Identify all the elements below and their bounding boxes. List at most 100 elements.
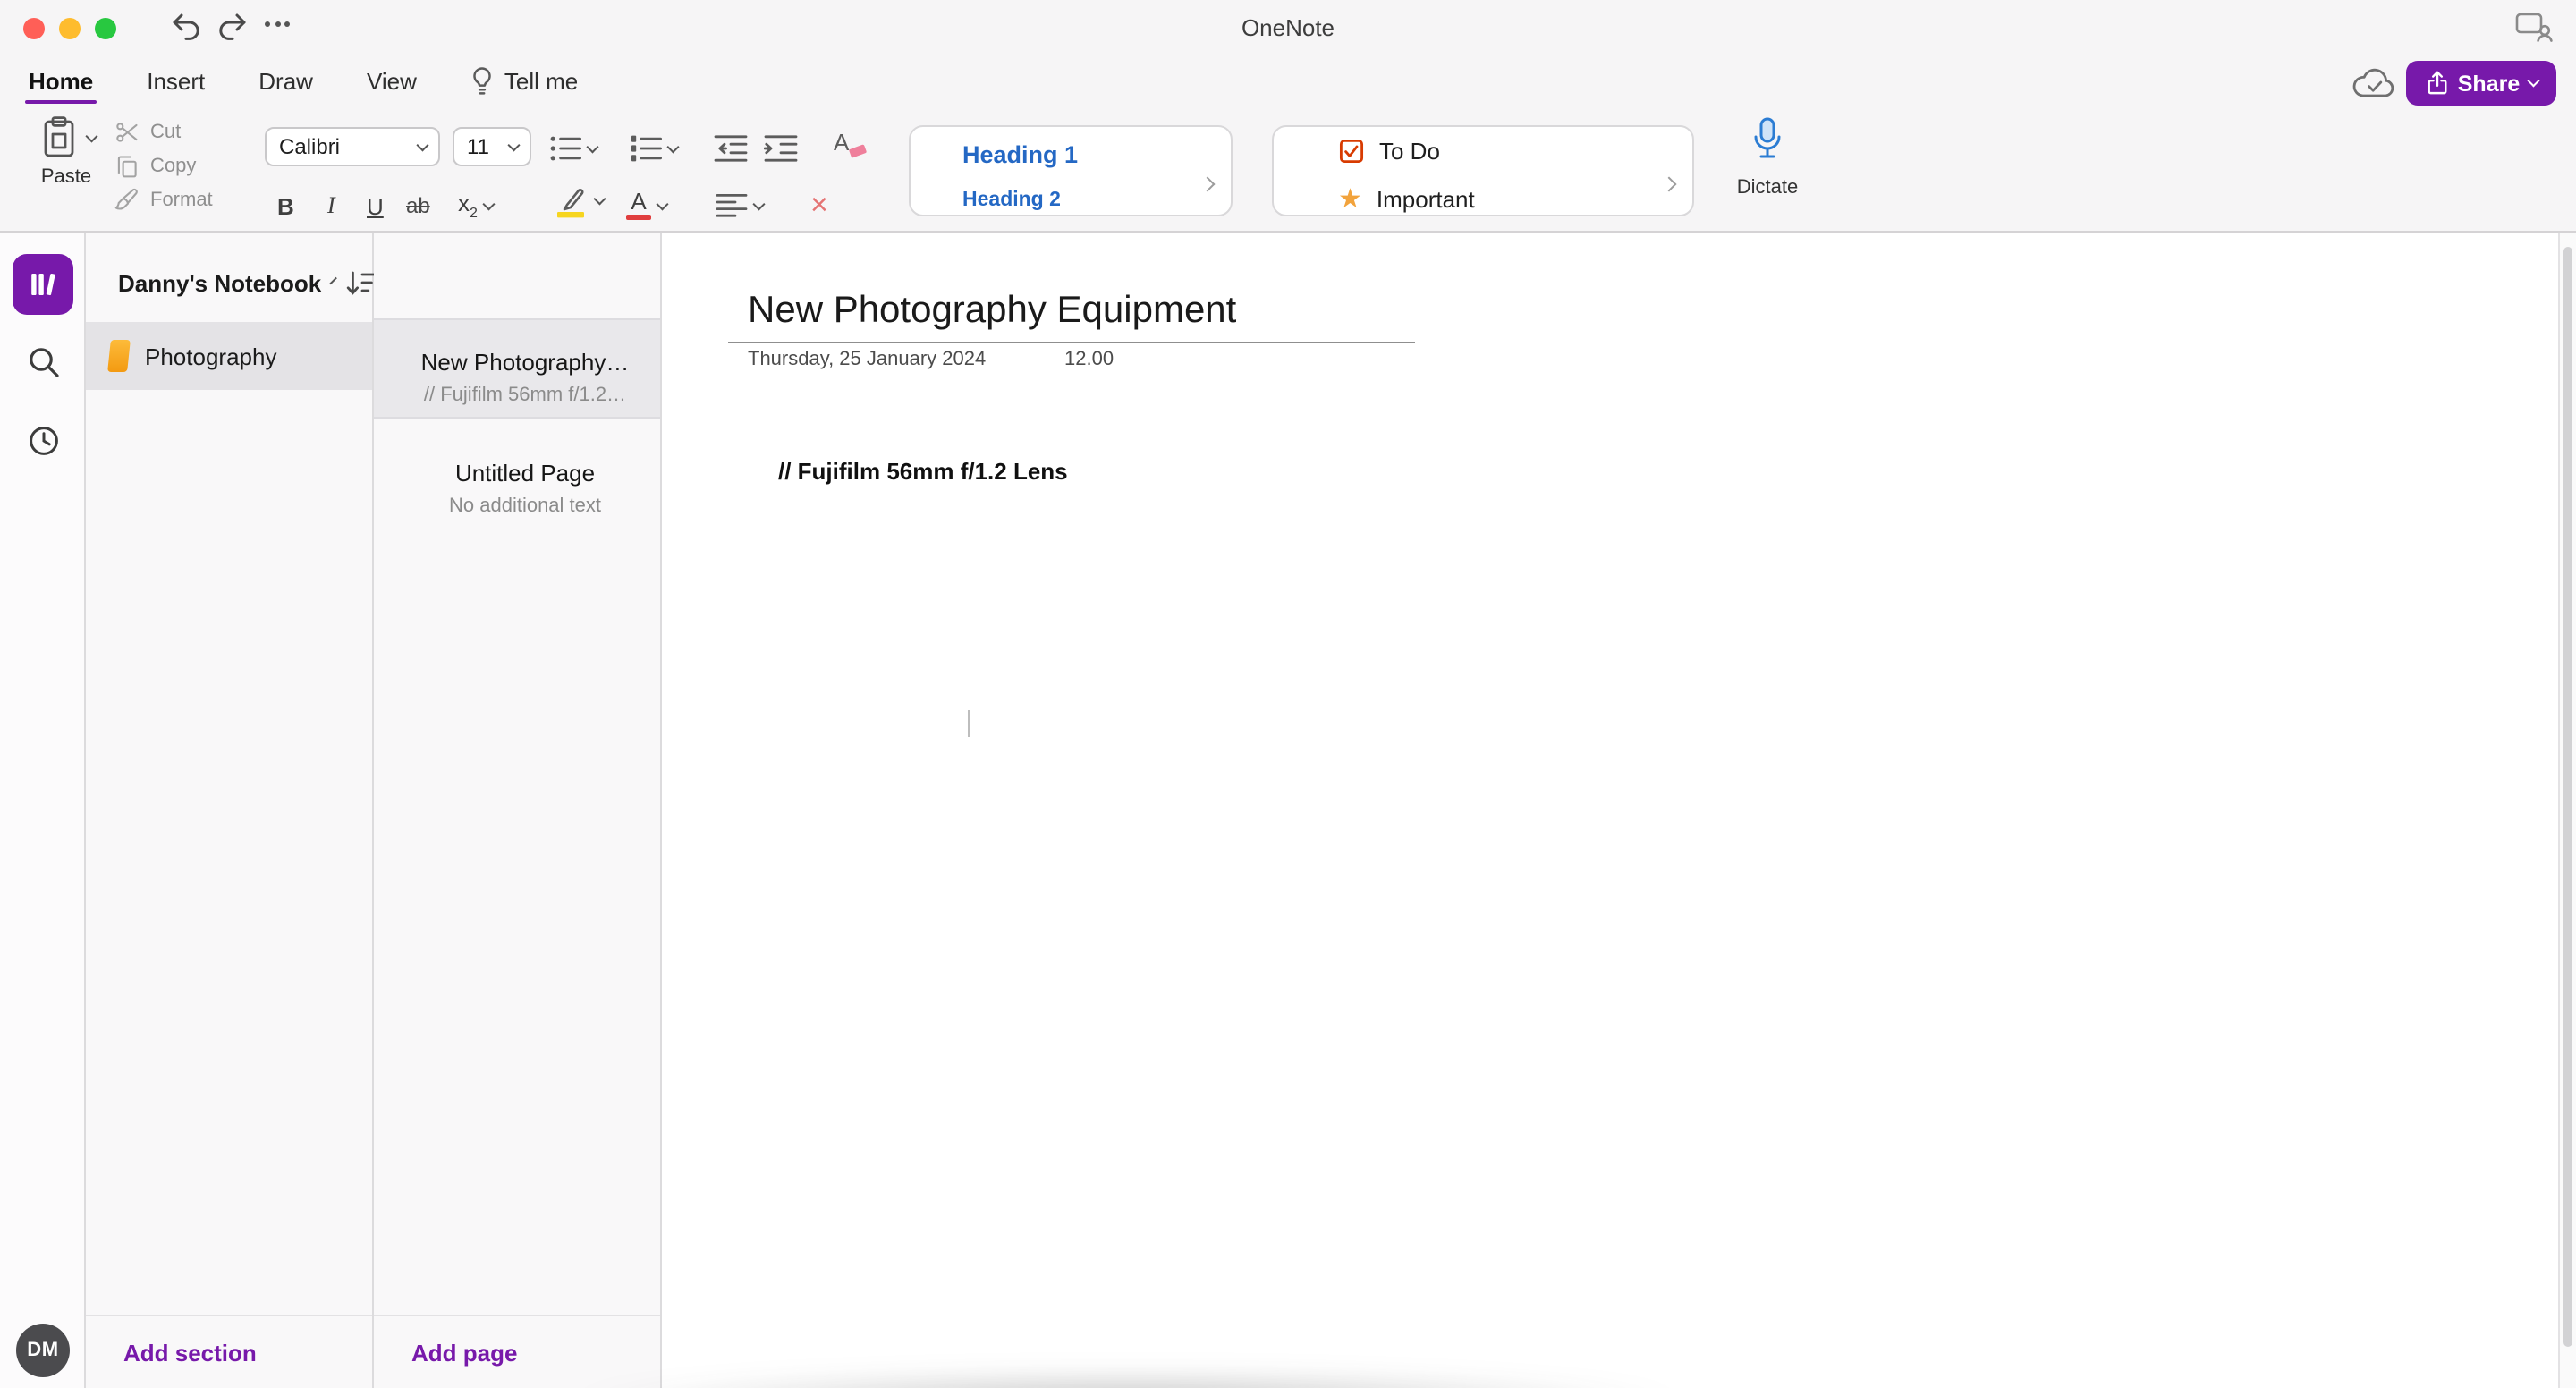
notebook-title: Danny's Notebook [118, 269, 321, 296]
sections-panel-footer: Add section [86, 1315, 372, 1388]
chevron-down-icon [86, 130, 97, 141]
copy-button[interactable]: Copy [114, 152, 213, 179]
numbered-list-button[interactable] [630, 134, 677, 163]
paste-button[interactable] [29, 114, 96, 161]
format-painter-button[interactable]: Format [114, 186, 213, 213]
alignment-icon [716, 193, 748, 218]
clipboard-group: Cut Copy Format [114, 118, 213, 213]
share-icon [2426, 70, 2449, 97]
todo-checkbox-icon [1338, 138, 1365, 165]
bold-button[interactable]: B [277, 188, 294, 224]
copy-icon [114, 153, 140, 178]
tab-tell-me[interactable]: Tell me [467, 54, 581, 107]
underline-button[interactable]: U [367, 188, 384, 224]
star-icon: ★ [1338, 187, 1362, 212]
add-page-button[interactable]: Add page [411, 1339, 517, 1366]
chevron-down-icon [507, 139, 519, 150]
chevron-down-icon [329, 276, 336, 284]
ribbon-tabs: Home Insert Draw View Tell me [25, 54, 581, 107]
increase-indent-icon [764, 134, 798, 163]
notebook-header[interactable]: Danny's Notebook [107, 256, 358, 309]
tab-view[interactable]: View [363, 54, 420, 107]
nav-rail: DM [0, 233, 86, 1388]
chevron-down-icon [667, 140, 679, 152]
onenote-window: OneNote Home Insert Draw View Tell me [0, 0, 2576, 1388]
subscript-button[interactable]: x2 [458, 188, 493, 224]
tab-insert[interactable]: Insert [143, 54, 208, 107]
section-item-photography[interactable]: Photography [86, 322, 372, 390]
chevron-right-icon [1200, 177, 1216, 192]
delete-button[interactable]: × [810, 188, 828, 224]
editor-body-text[interactable]: // Fujifilm 56mm f/1.2 Lens [778, 458, 1068, 485]
dictate-button[interactable] [1748, 116, 1787, 165]
page-item-untitled[interactable]: Untitled Page No additional text [374, 429, 660, 529]
scissors-icon [114, 119, 140, 144]
titlebar: OneNote [0, 0, 2576, 54]
page-editor[interactable]: New Photography Equipment Thursday, 25 J… [662, 233, 2576, 1388]
share-label: Share [2458, 71, 2521, 96]
cut-button[interactable]: Cut [114, 118, 213, 145]
main-area: DM Danny's Notebook Photography Add sect… [0, 233, 2576, 1388]
page-subtitle: // Fujifilm 56mm f/1.2… [411, 385, 639, 406]
add-section-button[interactable]: Add section [123, 1339, 257, 1366]
eraser-icon [848, 144, 866, 158]
font-family-select[interactable]: Calibri [265, 127, 440, 166]
share-button[interactable]: Share [2406, 61, 2556, 106]
italic-button[interactable]: I [327, 188, 335, 224]
tab-home[interactable]: Home [25, 54, 97, 107]
search-nav-button[interactable] [13, 331, 73, 392]
scrollbar-thumb[interactable] [2563, 247, 2572, 1347]
strikethrough-button[interactable]: ab [406, 188, 430, 224]
increase-indent-button[interactable] [764, 134, 798, 163]
chevron-right-icon [1662, 177, 1677, 192]
ribbon-toolbar: Paste Cut Copy Format Calibri [0, 107, 2576, 233]
lightbulb-icon [470, 65, 494, 96]
notebooks-nav-button[interactable] [13, 254, 73, 315]
recent-notes-button[interactable] [13, 410, 73, 470]
font-color-glyph: A [626, 191, 651, 220]
page-meta: Thursday, 25 January 2024 12.00 [748, 349, 1320, 370]
bullet-list-button[interactable] [549, 134, 597, 163]
page-item-selected[interactable]: New Photography… // Fujifilm 56mm f/1.2… [374, 318, 660, 419]
chevron-down-icon [657, 198, 668, 209]
sort-sections-button[interactable] [344, 269, 377, 296]
font-size-select[interactable]: 11 [453, 127, 531, 166]
font-color-button[interactable]: A [626, 188, 666, 224]
highlighter-button[interactable] [553, 182, 604, 218]
sync-status-icon[interactable] [2351, 66, 2397, 100]
style-heading1[interactable]: Heading 1 [962, 141, 1078, 168]
title-underline [728, 342, 1415, 343]
chevron-down-icon [2527, 75, 2538, 87]
clear-formatting-button[interactable]: A [834, 127, 849, 159]
page-time: 12.00 [1064, 349, 1114, 370]
tag-todo[interactable]: To Do [1338, 138, 1440, 165]
window-chrome: OneNote Home Insert Draw View Tell me [0, 0, 2576, 233]
account-avatar[interactable]: DM [16, 1324, 70, 1377]
editor-page-title[interactable]: New Photography Equipment [748, 290, 1236, 333]
highlighter-icon [553, 182, 589, 218]
styles-expand-button[interactable] [1202, 166, 1213, 199]
alignment-button[interactable] [716, 188, 763, 224]
microphone-icon [1748, 116, 1787, 165]
paste-icon [38, 114, 80, 161]
subscript-glyph: x2 [458, 190, 478, 221]
presence-icon[interactable] [2515, 11, 2553, 43]
bullet-list-icon [549, 134, 581, 163]
page-date: Thursday, 25 January 2024 [748, 349, 986, 370]
ribbon-tab-row: Home Insert Draw View Tell me Share [0, 54, 2576, 107]
decrease-indent-button[interactable] [714, 134, 748, 163]
tag-important[interactable]: ★ Important [1338, 186, 1475, 213]
section-tab-icon [107, 340, 131, 372]
styles-gallery: Heading 1 Heading 2 [909, 125, 1233, 216]
clock-icon [26, 423, 60, 457]
style-heading2[interactable]: Heading 2 [962, 190, 1061, 211]
tag-important-label: Important [1377, 186, 1475, 213]
paste-group: Paste [29, 114, 104, 188]
font-size-value: 11 [467, 134, 489, 159]
tags-expand-button[interactable] [1664, 166, 1674, 199]
vertical-scrollbar[interactable] [2558, 233, 2576, 1388]
tab-draw[interactable]: Draw [255, 54, 317, 107]
section-label: Photography [145, 343, 276, 369]
cut-label: Cut [150, 121, 181, 142]
dictate-label: Dictate [1721, 177, 1814, 199]
